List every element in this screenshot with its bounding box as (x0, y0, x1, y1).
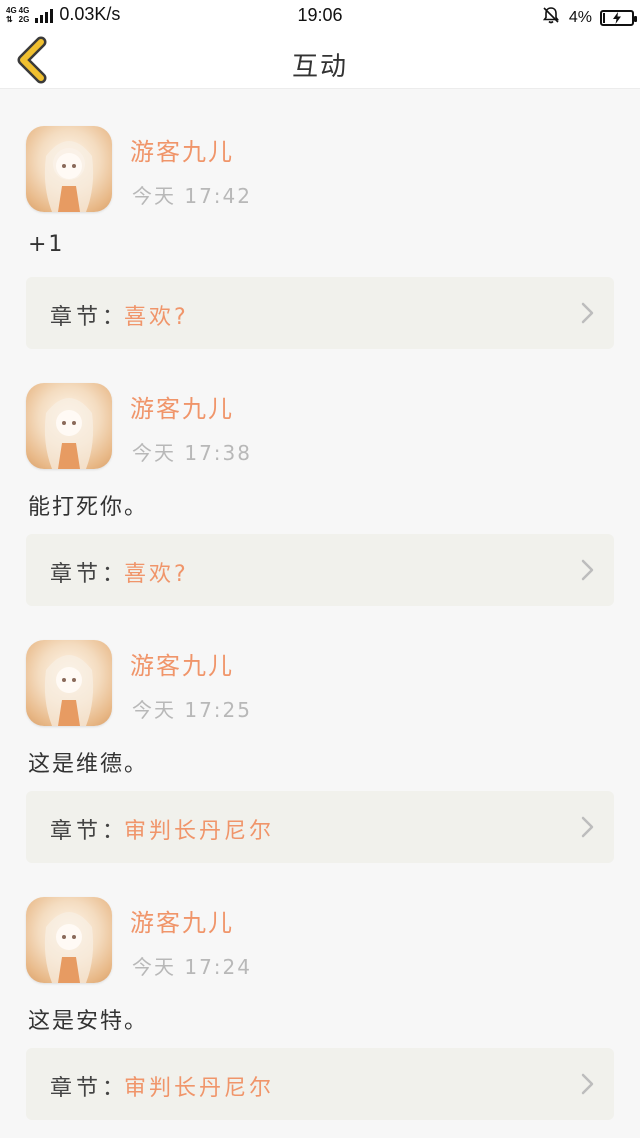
avatar-image (44, 398, 94, 469)
chapter-label: 章节： (50, 1076, 129, 1101)
username[interactable]: 游客九儿 (130, 132, 234, 167)
avatar[interactable] (26, 897, 112, 983)
avatar[interactable] (26, 640, 112, 726)
comment-text: 能打死你。 (28, 495, 149, 520)
comment-card: 游客九儿 今天 17:38 能打死你。 章节： 喜欢? (0, 345, 640, 606)
chapter-name: 喜欢? (124, 305, 189, 330)
chapter-link[interactable]: 章节： 喜欢? (26, 277, 614, 349)
charging-bolt-icon (613, 11, 621, 24)
chapter-name: 审判长丹尼尔 (124, 1076, 275, 1101)
battery-icon (600, 9, 637, 26)
chapter-label: 章节： (50, 819, 129, 844)
chapter-label: 章节： (50, 305, 129, 330)
chevron-right-icon (581, 559, 594, 581)
avatar-image (44, 141, 94, 212)
title-bar: 互动 (0, 32, 640, 89)
timestamp: 今天 17:25 (132, 698, 252, 722)
avatar-image (44, 912, 94, 983)
chapter-name: 审判长丹尼尔 (124, 819, 275, 844)
chevron-right-icon (581, 816, 594, 838)
comment-card: 游客九儿 今天 17:42 +1 章节： 喜欢? (0, 88, 640, 349)
username[interactable]: 游客九儿 (130, 389, 234, 424)
username[interactable]: 游客九儿 (130, 646, 234, 681)
timestamp: 今天 17:42 (132, 184, 252, 208)
chapter-link[interactable]: 章节： 审判长丹尼尔 (26, 791, 614, 863)
page-title: 互动 (291, 52, 348, 82)
avatar-image (44, 655, 94, 726)
battery-percent: 4% (568, 8, 592, 26)
chevron-right-icon (581, 1073, 594, 1095)
battery-level (603, 12, 605, 23)
comment-card: 游客九儿 今天 17:25 这是维德。 章节： 审判长丹尼尔 (0, 602, 640, 863)
comment-card: 游客九儿 今天 17:24 这是安特。 章节： 审判长丹尼尔 (0, 859, 640, 1120)
interaction-feed: 游客九儿 今天 17:42 +1 章节： 喜欢? 游客九儿 今天 17:38 能… (0, 88, 640, 1120)
avatar[interactable] (26, 126, 112, 212)
comment-text: 这是维德。 (28, 752, 149, 777)
status-right: 4% (541, 5, 637, 30)
chapter-link[interactable]: 章节： 喜欢? (26, 534, 614, 606)
chevron-right-icon (581, 302, 594, 324)
status-bar: 4G 4G ⇅ 2G 0.03K/s 19:06 4% (0, 0, 640, 32)
avatar[interactable] (26, 383, 112, 469)
username[interactable]: 游客九儿 (130, 903, 234, 938)
bell-muted-icon (541, 5, 561, 30)
timestamp: 今天 17:38 (132, 441, 252, 465)
comment-text: 这是安特。 (28, 1009, 149, 1034)
chapter-name: 喜欢? (124, 562, 189, 587)
comment-text: +1 (28, 232, 65, 257)
chapter-label: 章节： (50, 562, 129, 587)
timestamp: 今天 17:24 (132, 955, 252, 979)
chapter-link[interactable]: 章节： 审判长丹尼尔 (26, 1048, 614, 1120)
